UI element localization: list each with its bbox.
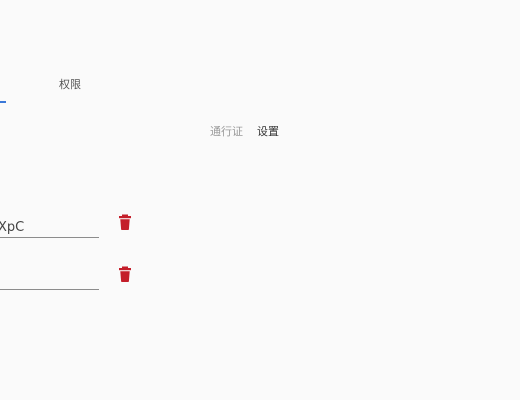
text-input-2[interactable] <box>0 272 98 287</box>
delete-button-1[interactable] <box>116 213 134 231</box>
active-tab-indicator <box>0 101 6 103</box>
text-field-2 <box>0 267 99 290</box>
delete-button-2[interactable] <box>116 265 134 283</box>
subtab-settings[interactable]: 设置 <box>257 124 279 140</box>
tab-permissions[interactable]: 权限 <box>59 77 81 93</box>
trash-icon <box>119 214 131 230</box>
trash-icon <box>119 266 131 282</box>
text-input-1[interactable] <box>0 220 98 235</box>
subtab-pass[interactable]: 通行证 <box>210 124 243 140</box>
text-field-1 <box>0 215 99 238</box>
